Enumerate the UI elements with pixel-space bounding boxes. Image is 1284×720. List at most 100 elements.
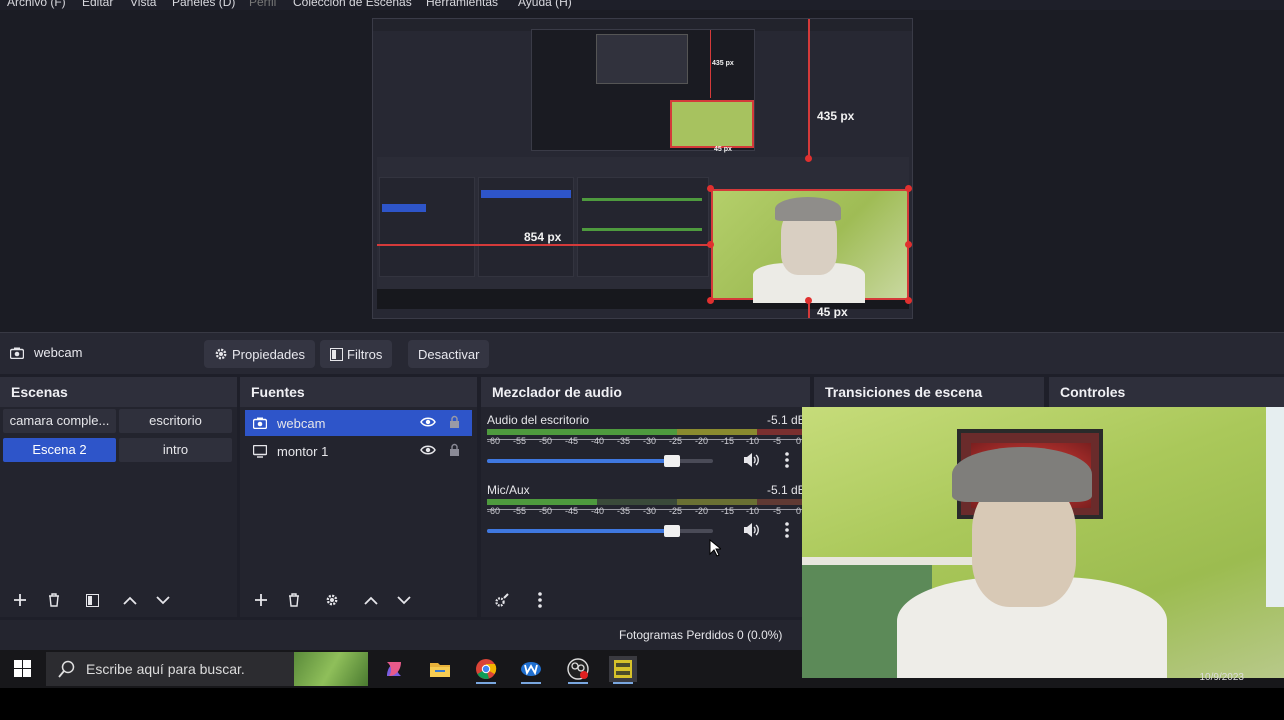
bounding-handle-br[interactable]	[905, 297, 912, 304]
chevron-up-icon	[123, 596, 137, 605]
menu-perfil[interactable]: Perfil	[249, 0, 276, 9]
track-name-desktop-audio: Audio del escritorio	[487, 413, 590, 427]
add-scene-button[interactable]	[8, 589, 32, 611]
speaker-icon	[744, 453, 759, 467]
taskbar-copilot[interactable]	[380, 656, 408, 682]
track-menu-button-desktop[interactable]	[784, 451, 790, 472]
scene-button-escritorio[interactable]: escritorio	[119, 409, 232, 433]
filter-icon	[330, 347, 343, 361]
taskbar-search-box[interactable]: Escribe aquí para buscar.	[46, 652, 368, 686]
volume-fill-mic-aux	[487, 529, 673, 533]
transitions-dock: Transiciones de escena	[814, 377, 1044, 407]
eye-icon[interactable]	[420, 444, 436, 456]
bounding-handle-tl[interactable]	[707, 185, 714, 192]
move-scene-up-button[interactable]	[118, 589, 142, 611]
source-toolbar: webcam Propiedades Filtros Desactivar	[0, 332, 1284, 374]
chevron-up-icon	[364, 596, 378, 605]
menu-archivo[interactable]: Archivo (F)	[7, 0, 66, 9]
deactivate-button[interactable]: Desactivar	[408, 340, 490, 368]
menu-editar[interactable]: Editar	[82, 0, 113, 9]
menu-ayuda[interactable]: Ayuda (H)	[518, 0, 572, 9]
source-properties-button[interactable]	[320, 589, 344, 611]
dimension-label-435: 435 px	[817, 109, 855, 123]
nested-sources-panel	[478, 177, 574, 277]
lock-icon[interactable]	[449, 443, 460, 457]
menu-vista[interactable]: Vista	[130, 0, 156, 9]
nested-active-source	[481, 190, 571, 198]
preview-area[interactable]: 435 px 45 px 435 px 854 px 45 px	[0, 10, 1284, 332]
file-explorer-icon	[430, 663, 450, 677]
bounding-handle-bm[interactable]	[805, 297, 812, 304]
taskbar-archive-app[interactable]	[609, 656, 637, 684]
filters-button[interactable]: Filtros	[320, 340, 393, 368]
bounding-handle-tr[interactable]	[905, 185, 912, 192]
start-button[interactable]	[14, 660, 31, 680]
sources-title: Fuentes	[240, 377, 477, 407]
controls-title: Controles	[1049, 377, 1284, 407]
gear-icon	[215, 348, 227, 360]
remove-scene-button[interactable]	[42, 589, 66, 611]
search-highlight-image	[294, 652, 368, 686]
nested-meter-1	[582, 198, 702, 201]
monitor-icon	[253, 444, 267, 458]
bounding-handle-ml[interactable]	[707, 241, 714, 248]
add-source-button[interactable]	[249, 589, 273, 611]
move-source-up-button[interactable]	[359, 589, 383, 611]
bounding-handle-mr[interactable]	[905, 241, 912, 248]
speaker-icon	[744, 523, 759, 537]
menu-paneles[interactable]: Paneles (D)	[172, 0, 235, 9]
volume-knob-desktop-audio[interactable]	[664, 455, 681, 467]
remove-source-button[interactable]	[282, 589, 306, 611]
filter-icon	[85, 593, 99, 607]
source-row-webcam[interactable]: webcam	[245, 410, 472, 436]
mute-button-desktop-audio[interactable]	[743, 452, 761, 471]
eye-icon[interactable]	[420, 416, 436, 428]
scene-button-camara-completa[interactable]: camara comple...	[3, 409, 116, 433]
scenes-dock: Escenas camara comple... escritorio Esce…	[0, 377, 237, 617]
camera-icon	[10, 347, 24, 359]
trash-icon	[49, 593, 59, 607]
mixer-footer	[481, 583, 810, 617]
windows-logo-icon	[14, 660, 31, 677]
nested-meter-2	[582, 228, 702, 231]
taskbar-obs[interactable]	[564, 656, 592, 684]
track-menu-button-mic[interactable]	[784, 521, 790, 542]
taskbar-chrome[interactable]	[472, 656, 500, 684]
guide-handle-top[interactable]	[805, 155, 812, 162]
menu-coleccion-escenas[interactable]: Colección de Escenas	[293, 0, 412, 9]
taskbar-app-w[interactable]	[517, 656, 545, 684]
nested-webcam-source	[711, 189, 909, 303]
mixer-menu-button[interactable]	[528, 589, 552, 611]
source-label-webcam: webcam	[277, 415, 326, 431]
obs-icon	[567, 658, 589, 680]
app-w-running-indicator	[521, 682, 541, 684]
move-source-down-button[interactable]	[392, 589, 416, 611]
properties-button[interactable]: Propiedades	[204, 340, 315, 368]
volume-meter-mic-aux	[487, 499, 803, 505]
menu-herramientas[interactable]: Herramientas	[426, 0, 498, 9]
guide-line-top	[808, 19, 810, 159]
plus-icon	[14, 594, 26, 606]
scene-filter-button[interactable]	[80, 589, 104, 611]
trash-icon	[289, 593, 299, 607]
plus-icon	[255, 594, 267, 606]
scene-button-escena-2[interactable]: Escena 2	[3, 438, 116, 462]
taskbar-file-explorer[interactable]	[426, 656, 454, 682]
move-scene-down-button[interactable]	[151, 589, 175, 611]
video-letterbox	[0, 688, 1284, 720]
mute-button-mic-aux[interactable]	[743, 522, 761, 541]
source-row-monitor[interactable]: montor 1	[245, 438, 472, 464]
webcam-person-cap	[952, 447, 1092, 502]
properties-label: Propiedades	[232, 346, 305, 362]
selected-source-name: webcam	[34, 345, 83, 360]
bounding-handle-bl[interactable]	[707, 297, 714, 304]
volume-knob-mic-aux[interactable]	[664, 525, 681, 537]
nested-label-435: 435 px	[712, 60, 734, 67]
program-preview[interactable]: 435 px 45 px 435 px 854 px 45 px	[372, 18, 913, 319]
volume-slider-mic-aux[interactable]	[487, 525, 713, 537]
volume-slider-desktop-audio[interactable]	[487, 455, 713, 467]
kebab-menu-icon	[538, 592, 542, 608]
advanced-audio-button[interactable]	[490, 589, 514, 611]
lock-icon[interactable]	[449, 415, 460, 429]
scene-button-intro[interactable]: intro	[119, 438, 232, 462]
